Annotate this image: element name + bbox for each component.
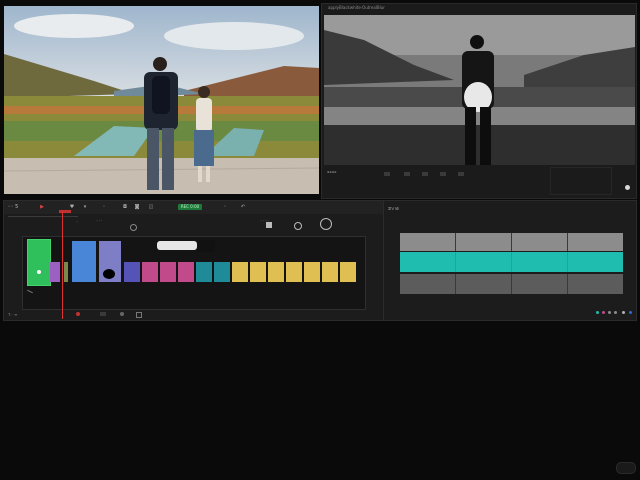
- clip-yellow-3[interactable]: [268, 262, 284, 282]
- clip-yellow-5[interactable]: [304, 262, 320, 282]
- status-text: ᒣ◦ ≡: [8, 312, 18, 317]
- record-icon[interactable]: ▶: [39, 204, 45, 210]
- scopes-title: ᗫᐯ ᘚ: [388, 206, 399, 211]
- marker-icon[interactable]: ◦: [101, 204, 107, 210]
- source-preview: [4, 6, 319, 194]
- channel-dot-teal[interactable]: [596, 311, 599, 314]
- clip-badge: [37, 270, 41, 274]
- audio-icon[interactable]: [100, 312, 106, 316]
- fullscreen-icon[interactable]: [625, 185, 630, 190]
- clip-teal-2[interactable]: [214, 262, 230, 282]
- audio-icon[interactable]: [384, 172, 390, 176]
- scope-band-highlight[interactable]: [400, 252, 623, 272]
- clip-olive[interactable]: [64, 262, 68, 282]
- channel-dot-blue[interactable]: [629, 311, 632, 314]
- clip-teal-1[interactable]: [196, 262, 212, 282]
- track-area[interactable]: [22, 236, 366, 310]
- channel-dot-grey-2[interactable]: [614, 311, 617, 314]
- viewer-clip-name: ▪▪▪▪: [327, 170, 337, 174]
- viewer-meter: [550, 167, 612, 195]
- output-image: [324, 15, 635, 165]
- clip-lavender[interactable]: [99, 241, 121, 282]
- timeline-menu[interactable]: ◦◦ 5: [6, 204, 20, 210]
- watermark-logo: [616, 462, 636, 474]
- clip-yellow-4[interactable]: [286, 262, 302, 282]
- record-icon[interactable]: [76, 312, 80, 316]
- scope-band-bottom: [400, 274, 623, 294]
- channel-dot-grey[interactable]: [608, 311, 611, 314]
- track-label-1: ◦: [76, 219, 79, 224]
- scope-band-top: [400, 233, 623, 251]
- clip-blue[interactable]: [72, 241, 96, 282]
- snap-icon[interactable]: ◫: [148, 204, 154, 210]
- razor-icon[interactable]: ◘: [122, 204, 128, 210]
- clip-green[interactable]: [27, 239, 51, 286]
- title-overlay-end[interactable]: [197, 240, 215, 252]
- ruler: [8, 216, 78, 217]
- clip-yellow-1[interactable]: [232, 262, 248, 282]
- clip-yellow-2[interactable]: [250, 262, 266, 282]
- clip-yellow-6[interactable]: [322, 262, 338, 282]
- timeline-panel: ◦◦ 5 ▶ ♥ ▾ ◦ ◘ ◙ ◫ REC 0:00 ◦ ↶ ◦ ◦◦ᐧ ◦◦…: [3, 200, 385, 321]
- channel-dot-light[interactable]: [622, 311, 625, 314]
- audio-line: [27, 289, 33, 294]
- track-label-2: ◦◦ᐧ: [96, 218, 102, 223]
- playhead[interactable]: [62, 211, 63, 319]
- settings-icon[interactable]: [120, 312, 124, 316]
- razor-icon[interactable]: [458, 172, 464, 176]
- transition-icon[interactable]: [266, 222, 272, 228]
- clip-indigo[interactable]: [124, 262, 140, 282]
- output-viewer: applyBlackwhite·OutrealBlur ▪▪▪▪: [321, 3, 637, 199]
- link-icon[interactable]: [440, 172, 446, 176]
- channel-dot-magenta[interactable]: [602, 311, 605, 314]
- clip-thumb: [103, 269, 115, 279]
- title-overlay[interactable]: [157, 241, 197, 250]
- video-icon[interactable]: [404, 172, 410, 176]
- clip-magenta-3[interactable]: [178, 262, 194, 282]
- clip-purple[interactable]: [50, 262, 60, 282]
- clip-magenta-2[interactable]: [160, 262, 176, 282]
- snapshot-icon[interactable]: [136, 312, 142, 318]
- keyframe-icon[interactable]: [294, 222, 302, 230]
- marker-icon[interactable]: [422, 172, 428, 176]
- playhead-marker[interactable]: [59, 210, 71, 213]
- undo-icon[interactable]: ▾: [82, 204, 88, 210]
- clip-magenta-1[interactable]: [142, 262, 158, 282]
- link-icon[interactable]: ◙: [134, 204, 140, 210]
- zoom-icon[interactable]: ◦: [222, 204, 228, 210]
- viewer-title: applyBlackwhite·OutrealBlur: [328, 5, 385, 10]
- clip-yellow-7[interactable]: [340, 262, 356, 282]
- fx-icon[interactable]: [320, 218, 332, 230]
- scopes-panel: ᗫᐯ ᘚ: [383, 200, 637, 321]
- timecode: REC 0:00: [178, 204, 202, 210]
- clip-marker-icon[interactable]: [130, 224, 137, 231]
- undo-icon[interactable]: ↶: [240, 204, 246, 210]
